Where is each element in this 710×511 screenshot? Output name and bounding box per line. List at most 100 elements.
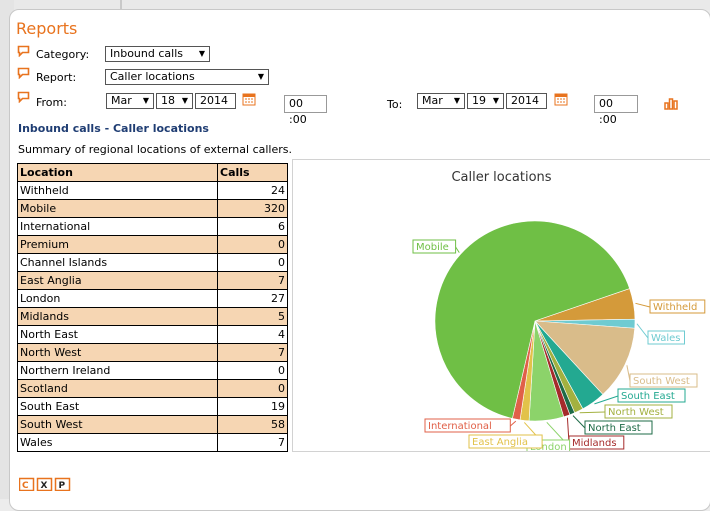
table-header-row: Location Calls <box>17 163 288 182</box>
calls-cell: 0 <box>217 235 288 254</box>
svg-text:South East: South East <box>621 391 675 402</box>
chevron-down-icon: ▼ <box>181 96 188 105</box>
table-row: International 6 <box>17 217 288 236</box>
svg-text:North West: North West <box>608 407 664 418</box>
svg-text:Withheld: Withheld <box>653 302 697 313</box>
calls-cell: 0 <box>217 379 288 398</box>
svg-text:Wales: Wales <box>651 333 681 344</box>
table-row: South East 19 <box>17 397 288 416</box>
pie-connector <box>635 302 651 308</box>
pie-label-midlands: Midlands <box>568 435 625 450</box>
to-month-select[interactable]: Mar ▼ <box>417 93 465 109</box>
table-row: Northern Ireland 0 <box>17 361 288 380</box>
location-cell: Withheld <box>17 181 218 200</box>
table-row: South West 58 <box>17 415 288 434</box>
to-day-value: 19 <box>472 94 486 107</box>
to-year-value: 2014 <box>511 94 539 107</box>
location-cell: South East <box>17 397 218 416</box>
from-day-select[interactable]: 18 ▼ <box>156 93 193 109</box>
to-month-value: Mar <box>422 94 443 107</box>
column-header-location: Location <box>17 163 218 182</box>
svg-text:North East: North East <box>588 423 641 434</box>
csv-export-icon[interactable]: C <box>18 477 35 492</box>
location-cell: North East <box>17 325 218 344</box>
chevron-down-icon: ▼ <box>257 72 264 81</box>
location-cell: East Anglia <box>17 271 218 290</box>
chart-report-icon[interactable] <box>664 96 678 110</box>
location-cell: South West <box>17 415 218 434</box>
table-row: Withheld 24 <box>17 181 288 200</box>
table-row: Wales 7 <box>17 433 288 452</box>
calls-cell: 5 <box>217 307 288 326</box>
location-cell: Northern Ireland <box>17 361 218 380</box>
report-label: Report: <box>36 71 77 84</box>
calls-cell: 7 <box>217 271 288 290</box>
report-value: Caller locations <box>110 70 195 83</box>
svg-text:C: C <box>22 481 29 491</box>
svg-text:South West: South West <box>633 376 690 387</box>
svg-text:Midlands: Midlands <box>572 438 617 449</box>
svg-text:P: P <box>59 481 66 491</box>
chart-title: Caller locations <box>451 170 552 185</box>
table-row: North East 4 <box>17 325 288 344</box>
table-row: Midlands 5 <box>17 307 288 326</box>
from-month-select[interactable]: Mar ▼ <box>106 93 154 109</box>
calls-cell: 0 <box>217 253 288 272</box>
column-header-calls: Calls <box>217 163 288 182</box>
caller-locations-chart: Caller locations Withheld Wales South West… <box>292 159 710 454</box>
calls-cell: 0 <box>217 361 288 380</box>
page-title: Reports <box>16 19 78 38</box>
pdf-export-icon[interactable]: P <box>54 477 71 492</box>
pie-label-south-west: South West <box>629 373 698 388</box>
svg-text:East Anglia: East Anglia <box>472 437 528 448</box>
pie-label-withheld: Withheld <box>649 299 706 314</box>
location-cell: Mobile <box>17 199 218 218</box>
from-month-value: Mar <box>111 94 132 107</box>
table-row: Channel Islands 0 <box>17 253 288 272</box>
speech-bubble-icon <box>17 45 30 57</box>
to-label: To: <box>387 98 403 111</box>
pie-label-international: International <box>424 418 511 433</box>
table-row: North West 7 <box>17 343 288 362</box>
table-row: London 27 <box>17 289 288 308</box>
to-day-select[interactable]: 19 ▼ <box>467 93 504 109</box>
category-select[interactable]: Inbound calls ▼ <box>105 46 210 62</box>
location-cell: Scotland <box>17 379 218 398</box>
report-summary: Summary of regional locations of externa… <box>18 143 292 156</box>
calls-cell: 24 <box>217 181 288 200</box>
pie-label-wales: Wales <box>647 330 685 345</box>
calendar-icon[interactable] <box>242 92 256 106</box>
calls-cell: 19 <box>217 397 288 416</box>
table-row: Scotland 0 <box>17 379 288 398</box>
excel-export-icon[interactable]: X <box>36 477 53 492</box>
pie-label-north-east: North East <box>584 420 653 435</box>
from-time-input[interactable]: 00 :00 <box>284 95 327 126</box>
report-select[interactable]: Caller locations ▼ <box>105 69 269 85</box>
location-cell: Midlands <box>17 307 218 326</box>
chevron-down-icon: ▼ <box>492 96 499 105</box>
report-heading: Inbound calls - Caller locations <box>18 122 209 135</box>
calendar-icon[interactable] <box>554 92 568 106</box>
from-year-input[interactable]: 2014 <box>195 93 236 109</box>
to-time-input[interactable]: 00 :00 <box>594 95 638 126</box>
chevron-down-icon: ▼ <box>453 96 460 105</box>
location-cell: London <box>17 289 218 308</box>
calls-cell: 7 <box>217 343 288 362</box>
chevron-down-icon: ▼ <box>142 96 149 105</box>
svg-text:X: X <box>41 481 48 491</box>
pie-connector <box>509 420 517 427</box>
pie-connector <box>579 411 606 414</box>
calls-cell: 58 <box>217 415 288 434</box>
to-year-input[interactable]: 2014 <box>506 93 547 109</box>
calls-cell: 4 <box>217 325 288 344</box>
table-row: East Anglia 7 <box>17 271 288 290</box>
speech-bubble-icon <box>17 67 30 79</box>
pie-label-east-anglia: East Anglia <box>468 434 543 449</box>
location-cell: Wales <box>17 433 218 452</box>
pie-label-north-west: North West <box>604 404 673 419</box>
table-row: Premium 0 <box>17 235 288 254</box>
from-label: From: <box>36 96 67 109</box>
location-cell: International <box>17 217 218 236</box>
from-year-value: 2014 <box>200 94 228 107</box>
pie-label-south-east: South East <box>617 388 686 403</box>
